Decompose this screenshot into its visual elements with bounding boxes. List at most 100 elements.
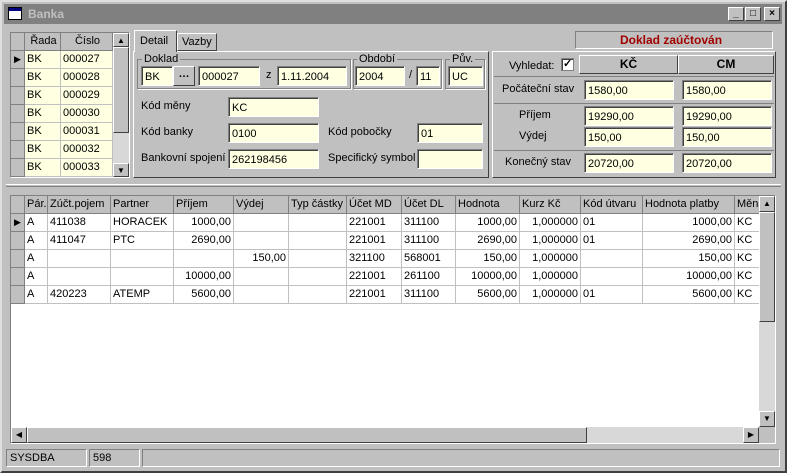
series-header-rada[interactable]: Řada — [25, 33, 61, 51]
grid-cell-prijem[interactable]: 10000,00 — [174, 268, 234, 286]
specific-symbol-field[interactable] — [417, 149, 483, 169]
grid-scroll-up-arrow-icon[interactable]: ▲ — [759, 196, 775, 212]
grid-header-vydej[interactable]: Výdej — [234, 196, 289, 214]
grid-cell-vydej[interactable] — [234, 286, 289, 304]
grid-cell-partner[interactable] — [111, 268, 174, 286]
series-row-indicator[interactable] — [11, 87, 25, 105]
grid-cell-partner[interactable]: HORACEK — [111, 214, 174, 232]
scroll-thumb[interactable] — [113, 47, 129, 133]
grid-cell-partner[interactable]: PTC — [111, 232, 174, 250]
grid-cell-par[interactable]: A — [25, 214, 48, 232]
grid-header-kod-utvaru[interactable]: Kód útvaru — [581, 196, 643, 214]
grid-cell-typ-castky[interactable] — [289, 286, 347, 304]
grid-cell-par[interactable]: A — [25, 250, 48, 268]
series-list-scrollbar[interactable]: ▲ ▼ — [113, 33, 129, 177]
grid-cell-kurz[interactable]: 1,000000 — [520, 232, 581, 250]
grid-cell-partner[interactable] — [111, 250, 174, 268]
series-row-indicator[interactable]: ▶ — [11, 51, 25, 69]
grid-header-prijem[interactable]: Příjem — [174, 196, 234, 214]
grid-cell-ucet-md[interactable]: 321100 — [347, 250, 402, 268]
grid-header-hodnota-platby[interactable]: Hodnota platby — [643, 196, 735, 214]
grid-cell-prijem[interactable] — [174, 250, 234, 268]
doklad-date-field[interactable]: 1.11.2004 — [277, 66, 347, 86]
grid-row-indicator[interactable] — [11, 250, 25, 268]
grid-cell-kurz[interactable]: 1,000000 — [520, 286, 581, 304]
grid-cell-ucet-dl[interactable]: 311100 — [402, 214, 456, 232]
period-year-field[interactable]: 2004 — [355, 66, 405, 86]
tab-detail[interactable]: Detail — [134, 30, 177, 52]
grid-header-partner[interactable]: Partner — [111, 196, 174, 214]
grid-header-mena[interactable]: Měna — [735, 196, 759, 214]
grid-cell-typ-castky[interactable] — [289, 232, 347, 250]
grid-cell-vydej[interactable] — [234, 268, 289, 286]
grid-cell-zuct-pojem[interactable]: 411047 — [48, 232, 111, 250]
grid-header-ucet-md[interactable]: Účet MD — [347, 196, 402, 214]
grid-cell-par[interactable]: A — [25, 286, 48, 304]
grid-cell-kurz[interactable]: 1,000000 — [520, 250, 581, 268]
grid-cell-kod-utvaru[interactable] — [581, 250, 643, 268]
grid-row-indicator[interactable] — [11, 286, 25, 304]
series-cislo-cell[interactable]: 000030 — [61, 105, 113, 123]
opening-balance-cm-field[interactable]: 1580,00 — [682, 80, 772, 100]
grid-cell-kod-utvaru[interactable]: 01 — [581, 286, 643, 304]
origin-field[interactable]: UC — [448, 66, 483, 86]
grid-cell-ucet-dl[interactable]: 568001 — [402, 250, 456, 268]
grid-cell-hodnota-platby[interactable]: 1000,00 — [643, 214, 735, 232]
grid-scroll-right-arrow-icon[interactable]: ▶ — [743, 427, 759, 443]
grid-cell-ucet-dl[interactable]: 311100 — [402, 286, 456, 304]
grid-header-hodnota[interactable]: Hodnota — [456, 196, 520, 214]
series-cislo-cell[interactable]: 000027 — [61, 51, 113, 69]
grid-cell-par[interactable]: A — [25, 232, 48, 250]
grid-cell-kurz[interactable]: 1,000000 — [520, 214, 581, 232]
grid-cell-vydej[interactable] — [234, 214, 289, 232]
grid-cell-typ-castky[interactable] — [289, 268, 347, 286]
opening-balance-kc-field[interactable]: 1580,00 — [584, 80, 674, 100]
series-rada-cell[interactable]: BK — [25, 123, 61, 141]
grid-row-indicator[interactable]: ▶ — [11, 214, 25, 232]
grid-cell-hodnota-platby[interactable]: 2690,00 — [643, 232, 735, 250]
grid-header-ucet-dl[interactable]: Účet DL — [402, 196, 456, 214]
grid-cell-hodnota[interactable]: 5600,00 — [456, 286, 520, 304]
grid-scroll-down-arrow-icon[interactable]: ▼ — [759, 411, 775, 427]
expense-kc-field[interactable]: 150,00 — [584, 127, 674, 147]
grid-cell-par[interactable]: A — [25, 268, 48, 286]
grid-header-zuct-pojem[interactable]: Zúčt.pojem — [48, 196, 111, 214]
grid-cell-zuct-pojem[interactable]: 420223 — [48, 286, 111, 304]
doklad-number-field[interactable]: 000027 — [198, 66, 260, 86]
scroll-down-arrow-icon[interactable]: ▼ — [113, 163, 129, 177]
grid-vscroll-thumb[interactable] — [759, 212, 775, 322]
grid-cell-hodnota[interactable]: 150,00 — [456, 250, 520, 268]
grid-cell-zuct-pojem[interactable]: 411038 — [48, 214, 111, 232]
minimize-button[interactable]: _ — [728, 7, 744, 21]
grid-cell-typ-castky[interactable] — [289, 250, 347, 268]
grid-header-typ-castky[interactable]: Typ částky — [289, 196, 347, 214]
branch-code-field[interactable]: 01 — [417, 123, 483, 143]
grid-cell-hodnota-platby[interactable]: 10000,00 — [643, 268, 735, 286]
close-button[interactable]: × — [764, 7, 780, 21]
currency-code-field[interactable]: KC — [228, 97, 319, 117]
series-rada-cell[interactable]: BK — [25, 141, 61, 159]
grid-cell-prijem[interactable]: 5600,00 — [174, 286, 234, 304]
grid-cell-ucet-md[interactable]: 221001 — [347, 286, 402, 304]
series-row-indicator[interactable] — [11, 141, 25, 159]
grid-cell-mena[interactable]: KC — [735, 250, 759, 268]
grid-cell-hodnota[interactable]: 10000,00 — [456, 268, 520, 286]
expense-cm-field[interactable]: 150,00 — [682, 127, 772, 147]
grid-cell-mena[interactable]: KC — [735, 268, 759, 286]
grid-cell-prijem[interactable]: 1000,00 — [174, 214, 234, 232]
grid-cell-hodnota[interactable]: 2690,00 — [456, 232, 520, 250]
series-cislo-cell[interactable]: 000032 — [61, 141, 113, 159]
bank-code-field[interactable]: 0100 — [228, 123, 319, 143]
grid-cell-mena[interactable]: KC — [735, 286, 759, 304]
series-rada-cell[interactable]: BK — [25, 159, 61, 177]
series-rada-cell[interactable]: BK — [25, 87, 61, 105]
grid-cell-mena[interactable]: KC — [735, 232, 759, 250]
grid-cell-hodnota[interactable]: 1000,00 — [456, 214, 520, 232]
grid-cell-ucet-md[interactable]: 221001 — [347, 232, 402, 250]
grid-cell-mena[interactable]: KC — [735, 214, 759, 232]
income-cm-field[interactable]: 19290,00 — [682, 106, 772, 126]
series-row-indicator[interactable] — [11, 123, 25, 141]
grid-header-par[interactable]: Pár. — [25, 196, 48, 214]
grid-row-indicator[interactable] — [11, 268, 25, 286]
series-row-indicator[interactable] — [11, 69, 25, 87]
